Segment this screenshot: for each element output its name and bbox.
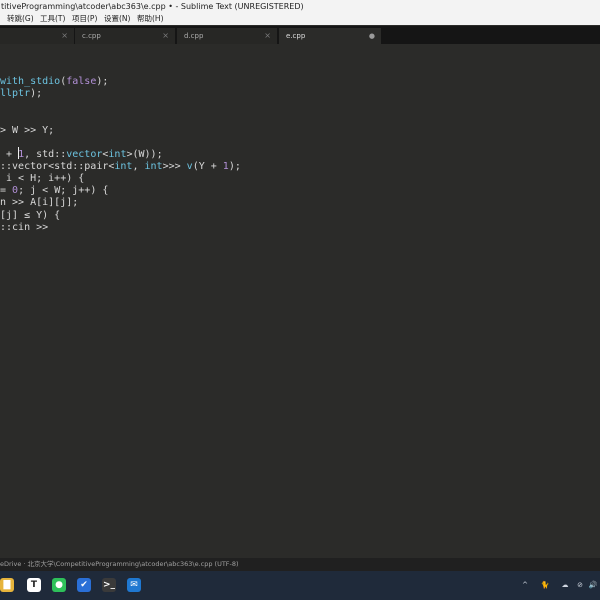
code-token: false bbox=[66, 76, 97, 87]
code-line: + 1, std::vector<int>(W)); bbox=[0, 149, 241, 161]
tab-close-icon[interactable]: × bbox=[61, 28, 68, 44]
tray-expand-icon[interactable]: ^ bbox=[520, 580, 530, 590]
menu-project[interactable]: 项目(P) bbox=[72, 13, 97, 25]
code-token: ); bbox=[96, 76, 109, 87]
code-token: = bbox=[0, 185, 13, 197]
code-line: llptr); bbox=[0, 88, 241, 100]
menu-preferences[interactable]: 设置(N) bbox=[104, 13, 130, 25]
code-line: > W >> Y; bbox=[0, 125, 241, 137]
text-caret bbox=[18, 147, 19, 159]
tab-untitled[interactable]: × bbox=[0, 28, 74, 44]
tab-d-cpp[interactable]: d.cpp × bbox=[177, 28, 277, 44]
code-token: ::vector<std::pair< bbox=[0, 160, 115, 172]
code-line: [j] ≤ Y) { bbox=[0, 210, 241, 222]
code-token: [j] ≤ Y) { bbox=[0, 209, 61, 221]
tab-close-icon[interactable]: × bbox=[162, 28, 169, 44]
code-token: int bbox=[144, 160, 163, 172]
menu-help[interactable]: 帮助(H) bbox=[137, 13, 164, 25]
code-token: + bbox=[0, 148, 19, 160]
wechat-icon[interactable]: ● bbox=[52, 578, 66, 592]
tray-volume-icon[interactable]: 🔊 bbox=[588, 580, 598, 590]
code-token: ; j < W; j++) { bbox=[18, 185, 109, 197]
code-line: with_stdio(false); bbox=[0, 76, 241, 88]
menu-tools[interactable]: 工具(T) bbox=[40, 13, 65, 25]
code-token: llptr bbox=[0, 88, 31, 100]
code-token: vector bbox=[66, 148, 103, 160]
code-token: i < H; i++) { bbox=[0, 173, 85, 185]
todo-icon[interactable]: ✔ bbox=[77, 578, 91, 592]
code-token: >(W)); bbox=[126, 148, 163, 160]
tray-cloud-icon[interactable]: ☁ bbox=[560, 580, 570, 590]
title-bar: titiveProgramming\atcoder\abc363\e.cpp •… bbox=[0, 0, 600, 13]
code-line: ::vector<std::pair<int, int>>> v(Y + 1); bbox=[0, 161, 241, 173]
status-path: eDrive · 北京大学\CompetitiveProgramming\atc… bbox=[0, 560, 239, 568]
code-token: n >> A[i][j]; bbox=[0, 197, 79, 209]
tray-app-icon[interactable]: 🐈 bbox=[540, 580, 550, 590]
code-token: with_stdio bbox=[0, 76, 61, 87]
outlook-icon[interactable]: ✉ bbox=[127, 578, 141, 592]
typora-icon[interactable]: T bbox=[27, 578, 41, 592]
code-editor[interactable]: with_stdio(false); llptr); > W >> Y; + 1, … bbox=[0, 44, 600, 558]
code-token: int bbox=[108, 148, 127, 160]
status-bar: eDrive · 北京大学\CompetitiveProgramming\atc… bbox=[0, 558, 600, 571]
taskbar: ▇ T ● ✔ >_ ✉ ^ 🐈 ☁ ⊘ 🔊 bbox=[0, 571, 600, 600]
code-token: , std:: bbox=[24, 148, 67, 160]
file-explorer-icon[interactable]: ▇ bbox=[0, 578, 14, 592]
tray-network-icon[interactable]: ⊘ bbox=[575, 580, 585, 590]
code-token: (Y + bbox=[192, 160, 223, 172]
window-title: titiveProgramming\atcoder\abc363\e.cpp •… bbox=[1, 2, 304, 11]
menu-goto[interactable]: 转跳(G) bbox=[7, 13, 34, 25]
terminal-icon[interactable]: >_ bbox=[102, 578, 116, 592]
tab-label: e.cpp bbox=[286, 32, 306, 40]
code-token: int bbox=[114, 160, 133, 172]
tab-e-cpp[interactable]: e.cpp ● bbox=[279, 28, 381, 44]
tab-label: c.cpp bbox=[82, 32, 101, 40]
menu-bar: 转跳(G) 工具(T) 项目(P) 设置(N) 帮助(H) bbox=[0, 13, 600, 25]
tab-label: d.cpp bbox=[184, 32, 204, 40]
code-token: ::cin >> bbox=[0, 221, 49, 233]
code-token: > W >> Y; bbox=[0, 124, 55, 136]
code-token: , bbox=[132, 160, 145, 172]
code-line: ::cin >> bbox=[0, 222, 241, 234]
code-token: >>> bbox=[162, 160, 187, 172]
code-line: i < H; i++) { bbox=[0, 173, 241, 185]
tab-c-cpp[interactable]: c.cpp × bbox=[75, 28, 175, 44]
tab-bar: × c.cpp × d.cpp × e.cpp ● bbox=[0, 26, 600, 44]
code-text: with_stdio(false); llptr); > W >> Y; + 1, … bbox=[0, 76, 241, 234]
code-token: ); bbox=[228, 160, 241, 172]
code-token: ); bbox=[30, 88, 43, 100]
code-line: n >> A[i][j]; bbox=[0, 197, 241, 209]
unsaved-dot-icon[interactable]: ● bbox=[369, 28, 375, 44]
code-line: = 0; j < W; j++) { bbox=[0, 185, 241, 197]
tab-close-icon[interactable]: × bbox=[264, 28, 271, 44]
